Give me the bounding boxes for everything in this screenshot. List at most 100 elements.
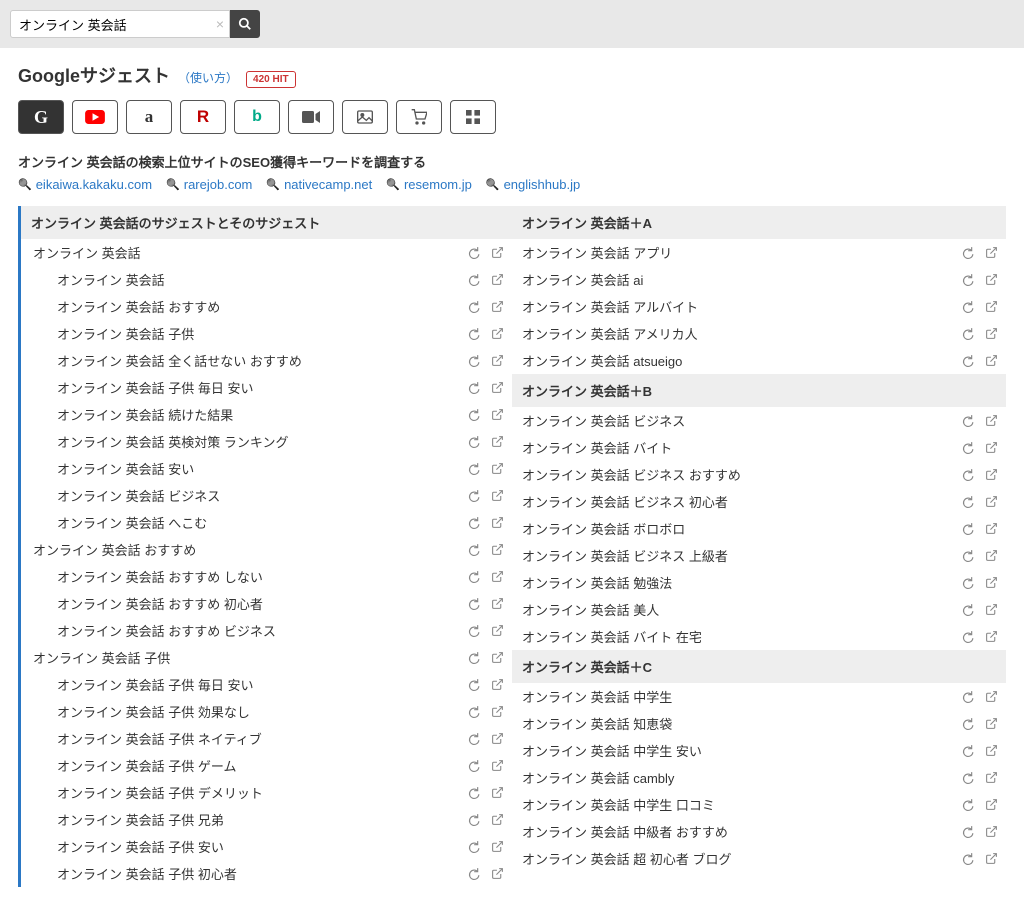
refresh-icon[interactable] xyxy=(466,597,480,611)
external-link-icon[interactable] xyxy=(984,246,998,260)
external-link-icon[interactable] xyxy=(490,759,504,773)
keyword-link[interactable]: オンライン 英会話 中学生 口コミ xyxy=(522,795,960,814)
tab-google[interactable]: G xyxy=(18,100,64,134)
search-button[interactable] xyxy=(230,10,260,38)
external-link-icon[interactable] xyxy=(490,624,504,638)
keyword-link[interactable]: オンライン 英会話 xyxy=(33,243,466,262)
keyword-link[interactable]: オンライン 英会話 ビジネス 上級者 xyxy=(522,546,960,565)
keyword-link[interactable]: オンライン 英会話 中級者 おすすめ xyxy=(522,822,960,841)
refresh-icon[interactable] xyxy=(466,651,480,665)
refresh-icon[interactable] xyxy=(960,273,974,287)
tab-video[interactable] xyxy=(288,100,334,134)
refresh-icon[interactable] xyxy=(960,327,974,341)
keyword-link[interactable]: オンライン 英会話 中学生 安い xyxy=(522,741,960,760)
external-link-icon[interactable] xyxy=(490,597,504,611)
refresh-icon[interactable] xyxy=(466,867,480,881)
external-link-icon[interactable] xyxy=(490,543,504,557)
external-link-icon[interactable] xyxy=(984,300,998,314)
external-link-icon[interactable] xyxy=(490,651,504,665)
keyword-link[interactable]: オンライン 英会話 勉強法 xyxy=(522,573,960,592)
external-link-icon[interactable] xyxy=(984,690,998,704)
external-link-icon[interactable] xyxy=(984,576,998,590)
keyword-link[interactable]: オンライン 英会話 ai xyxy=(522,270,960,289)
refresh-icon[interactable] xyxy=(466,354,480,368)
refresh-icon[interactable] xyxy=(960,576,974,590)
keyword-link[interactable]: オンライン 英会話 安い xyxy=(57,459,466,478)
keyword-link[interactable]: オンライン 英会話 子供 デメリット xyxy=(57,783,466,802)
external-link-icon[interactable] xyxy=(984,522,998,536)
refresh-icon[interactable] xyxy=(960,354,974,368)
refresh-icon[interactable] xyxy=(466,381,480,395)
keyword-link[interactable]: オンライン 英会話 子供 安い xyxy=(57,837,466,856)
refresh-icon[interactable] xyxy=(960,717,974,731)
external-link-icon[interactable] xyxy=(984,717,998,731)
keyword-link[interactable]: オンライン 英会話 中学生 xyxy=(522,687,960,706)
keyword-link[interactable]: オンライン 英会話 アメリカ人 xyxy=(522,324,960,343)
seo-link[interactable]: nativecamp.net xyxy=(266,177,372,192)
refresh-icon[interactable] xyxy=(466,462,480,476)
tab-rakuten[interactable]: R xyxy=(180,100,226,134)
external-link-icon[interactable] xyxy=(490,408,504,422)
external-link-icon[interactable] xyxy=(490,678,504,692)
external-link-icon[interactable] xyxy=(984,468,998,482)
keyword-link[interactable]: オンライン 英会話 ボロボロ xyxy=(522,519,960,538)
external-link-icon[interactable] xyxy=(490,435,504,449)
external-link-icon[interactable] xyxy=(490,381,504,395)
external-link-icon[interactable] xyxy=(984,825,998,839)
keyword-link[interactable]: オンライン 英会話 xyxy=(57,270,466,289)
external-link-icon[interactable] xyxy=(984,771,998,785)
refresh-icon[interactable] xyxy=(960,852,974,866)
keyword-link[interactable]: オンライン 英会話 ビジネス xyxy=(57,486,466,505)
refresh-icon[interactable] xyxy=(960,468,974,482)
refresh-icon[interactable] xyxy=(466,516,480,530)
tab-amazon[interactable]: a xyxy=(126,100,172,134)
refresh-icon[interactable] xyxy=(960,441,974,455)
keyword-link[interactable]: オンライン 英会話 子供 初心者 xyxy=(57,864,466,883)
keyword-link[interactable]: オンライン 英会話 cambly xyxy=(522,768,960,787)
external-link-icon[interactable] xyxy=(490,489,504,503)
external-link-icon[interactable] xyxy=(490,354,504,368)
keyword-link[interactable]: オンライン 英会話 子供 毎日 安い xyxy=(57,378,466,397)
keyword-link[interactable]: オンライン 英会話 子供 xyxy=(57,324,466,343)
seo-link[interactable]: englishhub.jp xyxy=(486,177,580,192)
keyword-link[interactable]: オンライン 英会話 子供 毎日 安い xyxy=(57,675,466,694)
external-link-icon[interactable] xyxy=(984,852,998,866)
keyword-link[interactable]: オンライン 英会話 おすすめ xyxy=(57,297,466,316)
keyword-link[interactable]: オンライン 英会話 子供 ゲーム xyxy=(57,756,466,775)
refresh-icon[interactable] xyxy=(960,630,974,644)
keyword-link[interactable]: オンライン 英会話 全く話せない おすすめ xyxy=(57,351,466,370)
keyword-link[interactable]: オンライン 英会話 atsueigo xyxy=(522,351,960,370)
keyword-link[interactable]: オンライン 英会話 知恵袋 xyxy=(522,714,960,733)
external-link-icon[interactable] xyxy=(984,549,998,563)
keyword-link[interactable]: オンライン 英会話 へこむ xyxy=(57,513,466,532)
refresh-icon[interactable] xyxy=(466,624,480,638)
refresh-icon[interactable] xyxy=(960,549,974,563)
external-link-icon[interactable] xyxy=(984,273,998,287)
external-link-icon[interactable] xyxy=(984,495,998,509)
keyword-link[interactable]: オンライン 英会話 ビジネス おすすめ xyxy=(522,465,960,484)
external-link-icon[interactable] xyxy=(490,813,504,827)
seo-link[interactable]: resemom.jp xyxy=(386,177,472,192)
external-link-icon[interactable] xyxy=(490,867,504,881)
keyword-link[interactable]: オンライン 英会話 子供 ネイティブ xyxy=(57,729,466,748)
external-link-icon[interactable] xyxy=(984,630,998,644)
refresh-icon[interactable] xyxy=(466,732,480,746)
keyword-link[interactable]: オンライン 英会話 子供 効果なし xyxy=(57,702,466,721)
external-link-icon[interactable] xyxy=(984,744,998,758)
refresh-icon[interactable] xyxy=(466,246,480,260)
refresh-icon[interactable] xyxy=(960,414,974,428)
external-link-icon[interactable] xyxy=(490,732,504,746)
refresh-icon[interactable] xyxy=(466,327,480,341)
external-link-icon[interactable] xyxy=(490,327,504,341)
external-link-icon[interactable] xyxy=(490,246,504,260)
refresh-icon[interactable] xyxy=(466,840,480,854)
keyword-link[interactable]: オンライン 英会話 英検対策 ランキング xyxy=(57,432,466,451)
keyword-link[interactable]: オンライン 英会話 子供 xyxy=(33,648,466,667)
external-link-icon[interactable] xyxy=(984,414,998,428)
external-link-icon[interactable] xyxy=(984,441,998,455)
refresh-icon[interactable] xyxy=(466,759,480,773)
refresh-icon[interactable] xyxy=(466,273,480,287)
refresh-icon[interactable] xyxy=(466,786,480,800)
external-link-icon[interactable] xyxy=(490,570,504,584)
refresh-icon[interactable] xyxy=(466,489,480,503)
